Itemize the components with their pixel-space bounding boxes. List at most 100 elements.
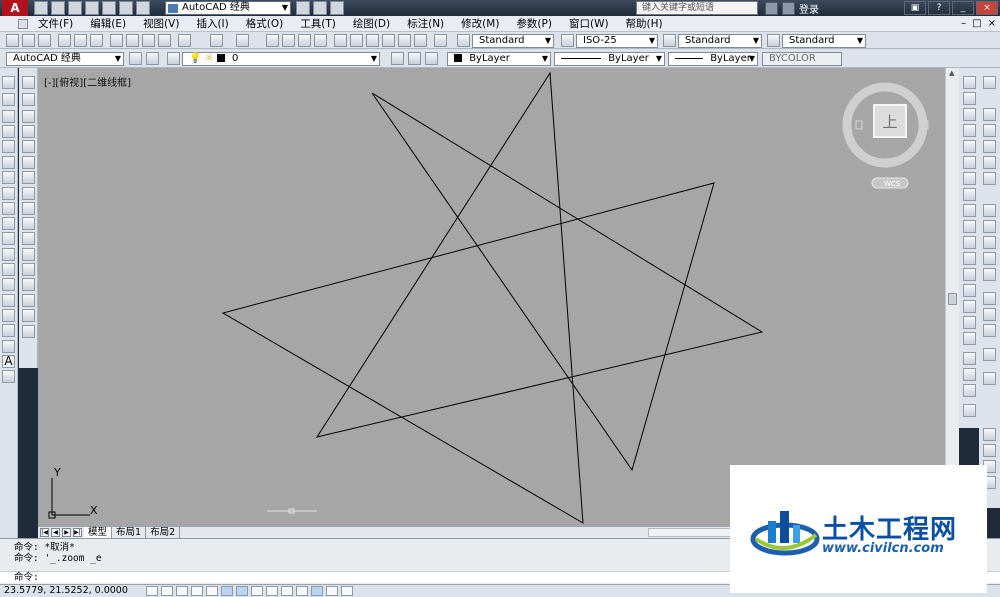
locate-point-icon[interactable] [983, 308, 996, 321]
grid-display-icon[interactable] [176, 586, 188, 596]
print-icon[interactable] [102, 1, 116, 15]
rectangle-icon[interactable] [2, 140, 15, 153]
jogged-icon[interactable] [963, 156, 976, 169]
magnet-icon[interactable] [22, 325, 35, 338]
save-icon[interactable] [68, 1, 82, 15]
copy-icon[interactable] [126, 34, 139, 47]
revision-cloud-icon[interactable] [2, 187, 15, 200]
viewcube[interactable]: 上 WCS [842, 82, 929, 189]
selection-cycling-icon[interactable] [341, 586, 353, 596]
angular-icon[interactable] [963, 188, 976, 201]
match-icon[interactable] [330, 1, 344, 15]
point-icon[interactable] [2, 278, 15, 291]
gradient-icon[interactable] [2, 309, 15, 322]
inquiry-area-icon[interactable] [983, 252, 996, 265]
login-link[interactable]: 登录 [799, 1, 819, 16]
workspace-settings-icon[interactable] [129, 52, 142, 65]
join-icon[interactable] [22, 263, 35, 276]
menu-item[interactable]: 绘图(D) [353, 17, 397, 31]
inquiry-radius-icon[interactable] [983, 220, 996, 233]
snap-mode-icon[interactable] [161, 586, 173, 596]
dim-style-icon[interactable] [561, 34, 574, 47]
ordinate-icon[interactable] [963, 124, 976, 137]
paste-icon[interactable] [142, 34, 155, 47]
under-objects-icon[interactable] [983, 156, 996, 169]
scroll-up-icon[interactable]: ▲ [949, 69, 954, 77]
table-style-dropdown[interactable]: Standard ▼ [678, 34, 762, 48]
next-tab-icon[interactable]: ▶ [62, 528, 71, 537]
document-icon[interactable] [18, 19, 28, 29]
dimension-update-icon[interactable] [963, 384, 976, 397]
scroll-thumb[interactable] [948, 293, 957, 305]
properties-icon[interactable] [334, 34, 347, 47]
allow-ucs-icon[interactable] [266, 586, 278, 596]
menu-item[interactable]: 参数(P) [516, 17, 559, 31]
linetype-dropdown[interactable]: ByLayer ▼ [554, 52, 665, 66]
scale-icon[interactable] [22, 187, 35, 200]
markup-icon[interactable] [398, 34, 411, 47]
first-tab-icon[interactable]: |◀ [40, 528, 49, 537]
make-current-icon[interactable] [391, 52, 404, 65]
break-icon[interactable] [22, 248, 35, 261]
dimension-break-icon[interactable] [963, 268, 976, 281]
polar-tracking-icon[interactable] [206, 586, 218, 596]
new-icon[interactable] [34, 1, 48, 15]
polyline-icon[interactable] [2, 110, 15, 123]
text-front-icon[interactable] [983, 172, 996, 185]
extend-icon[interactable] [22, 232, 35, 245]
layer-isolate-icon[interactable] [425, 52, 438, 65]
array-icon[interactable] [22, 140, 35, 153]
inspection-icon[interactable] [963, 316, 976, 329]
layer-walk-icon[interactable] [983, 428, 996, 441]
block-editor-icon[interactable] [178, 34, 191, 47]
layer-icon[interactable] [296, 1, 310, 15]
aligned-dimension-icon[interactable] [963, 92, 976, 105]
trim-icon[interactable] [22, 217, 35, 230]
menu-item[interactable]: 文件(F) [38, 17, 80, 31]
chamfer-icon[interactable] [22, 278, 35, 291]
dimension-style-icon[interactable] [963, 404, 976, 417]
menu-item[interactable]: 编辑(E) [90, 17, 133, 31]
layer-states-icon[interactable] [167, 52, 180, 65]
arc-length-icon[interactable] [963, 108, 976, 121]
transparency-icon[interactable] [311, 586, 323, 596]
diameter-icon[interactable] [963, 172, 976, 185]
object-snap-icon[interactable] [221, 586, 233, 596]
object-snap-tracking-icon[interactable] [251, 586, 263, 596]
dim-style-dropdown[interactable]: ISO-25 ▼ [576, 34, 658, 48]
multiline-text-icon[interactable]: A [2, 355, 15, 368]
menu-item[interactable]: 修改(M) [461, 17, 506, 31]
add-selected-icon[interactable] [2, 370, 15, 383]
tool-palettes-icon[interactable] [366, 34, 379, 47]
ellipse-arc-icon[interactable] [2, 232, 15, 245]
menu-item[interactable]: 窗口(W) [569, 17, 616, 31]
quick-dimension-icon[interactable] [963, 204, 976, 217]
text-style-icon[interactable] [457, 34, 470, 47]
prev-tab-icon[interactable]: ◀ [51, 528, 60, 537]
inquiry-distance-icon[interactable] [983, 204, 996, 217]
model-space[interactable]: 上 WCS Y X [38, 68, 945, 526]
table-style-icon[interactable] [663, 34, 676, 47]
inquiry-angle-icon[interactable] [983, 236, 996, 249]
help-icon[interactable] [434, 34, 447, 47]
radius-icon[interactable] [963, 140, 976, 153]
redo-icon[interactable] [236, 34, 249, 47]
mirror-icon[interactable] [22, 110, 35, 123]
menu-item[interactable]: 标注(N) [407, 17, 451, 31]
erase-icon[interactable] [22, 76, 35, 89]
binoculars-icon[interactable] [765, 2, 778, 15]
linear-dimension-icon[interactable] [963, 76, 976, 89]
qnew-icon[interactable] [6, 34, 19, 47]
redo-icon[interactable] [136, 1, 150, 15]
tab-layout1[interactable]: 布局1 [112, 527, 147, 538]
bring-front-icon[interactable] [983, 108, 996, 121]
dimension-text-edit-icon[interactable] [963, 368, 976, 381]
inquiry-volume-icon[interactable] [983, 268, 996, 281]
polygon-icon[interactable] [2, 125, 15, 138]
color-dropdown[interactable]: ByLayer ▼ [447, 52, 551, 66]
line-icon[interactable] [2, 76, 15, 89]
ortho-mode-icon[interactable] [191, 586, 203, 596]
lineweight-dropdown[interactable]: ByLayer ▼ [668, 52, 758, 66]
circle-icon[interactable] [2, 171, 15, 184]
undo-icon[interactable] [210, 34, 223, 47]
